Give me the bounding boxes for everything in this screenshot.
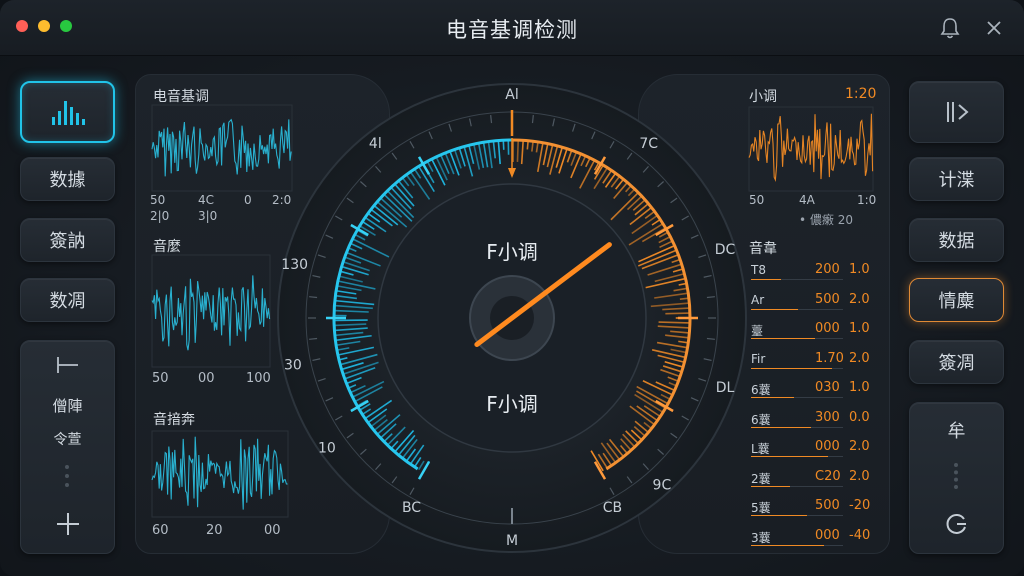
- dial-tick-label: CB: [603, 500, 622, 516]
- dial-tick-label: 30: [284, 358, 302, 374]
- dial-tick-label: BC: [402, 500, 421, 516]
- dial-tick-label: 9C: [653, 477, 672, 493]
- dial-tick-label: 7C: [639, 136, 658, 152]
- app-window: 电音基调检测 数據 簽訥 数凋 僧陣 令萱 电音基调 50 4C 0 2:0 2…: [0, 0, 1024, 576]
- key-meter-dial: Al 7C DC DL 9C CB M BC 10 30 130 4l: [277, 83, 747, 553]
- dial-tick-label: 130: [281, 257, 308, 273]
- dial-tick-label: 10: [318, 441, 336, 457]
- dial-tick-label: M: [506, 533, 518, 549]
- key-display-bottom: F小调: [486, 392, 538, 416]
- key-display-top: F小调: [486, 240, 538, 264]
- dial-tick-label: Al: [505, 87, 518, 103]
- dial-tick-label: 4l: [369, 136, 382, 152]
- dial-tick-label: DC: [715, 242, 736, 258]
- dial-tick-label: DL: [716, 380, 735, 396]
